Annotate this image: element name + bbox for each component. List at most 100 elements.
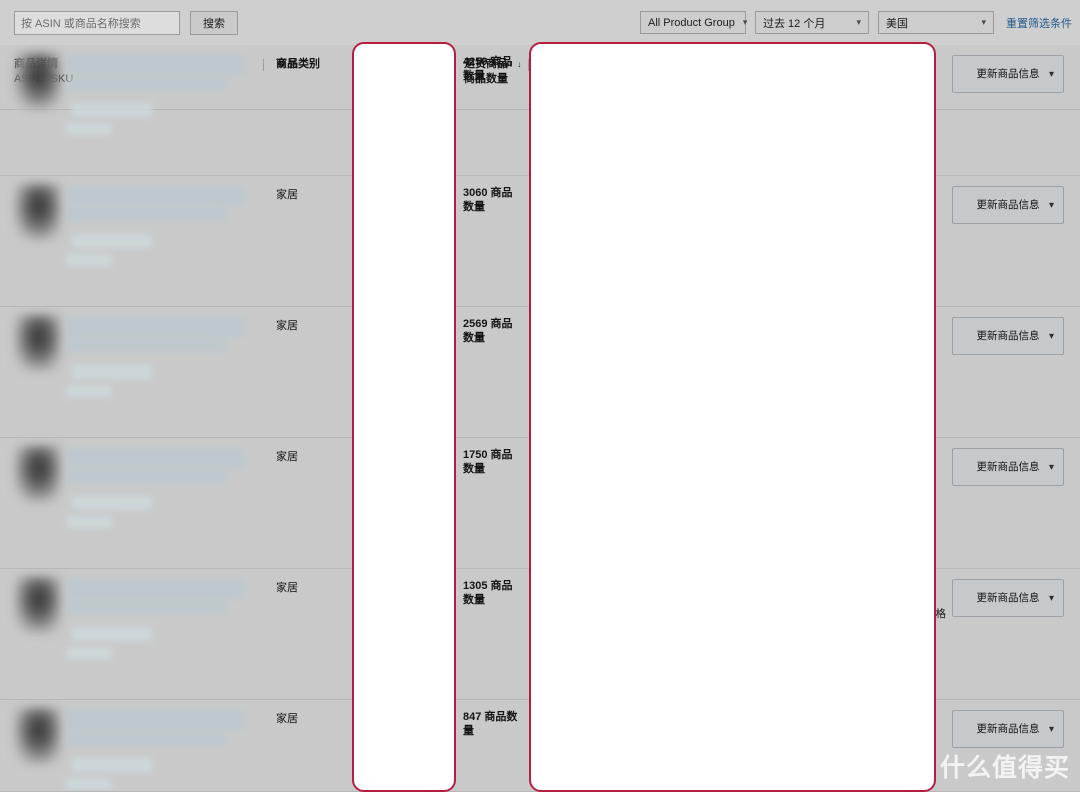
chevron-down-icon[interactable]: ▾ [1049,331,1054,342]
sparkline-wrap [624,180,779,258]
root-cause-item: 不起作用/有缺陷 [790,448,940,462]
chevron-down-icon: ▾ [856,17,861,28]
product-group-value: All Product Group [648,17,735,29]
root-cause-item: 无法按预期工作 [790,710,940,724]
blurred-title [66,448,244,468]
root-cause-item: 买了不同的型号 [790,476,940,490]
blurred-asin [72,496,152,510]
month-rate-label: 十二月 费率: 6.49% [536,202,632,218]
root-cause-item: 有缺陷 [790,55,940,69]
details-link[interactable]: 详情 [536,275,556,290]
update-product-button-label: 更新商品信息 [969,199,1047,212]
product-detail-cell[interactable] [0,700,268,791]
action-cell: 更新商品信息 ▾ [952,317,1064,355]
details-link[interactable]: 详情 [536,537,556,552]
update-product-button[interactable]: 更新商品信息 ▾ [952,186,1064,224]
action-cell: 更新商品信息 ▾ [952,186,1064,224]
chevron-down-icon[interactable]: ▾ [1049,593,1054,604]
rate-and-fee-cell [536,700,786,792]
sparkline-wrap [624,704,779,782]
chevron-down-icon[interactable]: ▾ [1049,69,1054,80]
marketplace-select[interactable]: 美国 ▾ [878,11,994,34]
blurred-sku [66,385,112,397]
reset-filters-link[interactable]: 重置筛选条件 [1006,15,1072,31]
update-product-button[interactable]: 更新商品信息 ▾ [952,579,1064,617]
blurred-title [66,76,226,90]
page-root: 按 ASIN 或商品名称搜索 搜索 All Product Group ▾ 过去… [0,0,1080,792]
blurred-title [66,317,244,337]
period-select[interactable]: 过去 12 个月 ▾ [755,11,869,34]
filter-group: All Product Group ▾ 过去 12 个月 ▾ 美国 ▾ 重置筛选… [640,11,1072,34]
blurred-title [66,469,226,483]
search-input[interactable]: 按 ASIN 或商品名称搜索 [14,11,180,35]
chevron-down-icon[interactable]: ▾ [1049,462,1054,473]
update-product-button[interactable]: 更新商品信息 ▾ [952,710,1064,748]
product-detail-cell[interactable] [0,307,268,437]
blurred-sku [66,516,112,528]
threshold-label: 阈值: 8.1% [536,613,590,629]
chevron-down-icon: ▾ [981,17,986,28]
blurred-asin [72,234,152,248]
details-link[interactable]: 详情 [536,668,556,683]
sparkline-wrap [624,573,779,651]
product-detail-cell[interactable] [0,569,268,699]
details-link[interactable]: 详情 [536,406,556,421]
chevron-down-icon[interactable]: ▾ [1049,724,1054,735]
update-product-button[interactable]: 更新商品信息 ▾ [952,55,1064,93]
update-product-button-label: 更新商品信息 [969,461,1047,474]
blurred-sku [66,778,112,790]
product-thumbnail [15,53,61,109]
action-cell: 更新商品信息 ▾ [952,579,1064,617]
table-row[interactable]: 家居 9.53% 2569 商品数量 十二月 费率: 7.73% 阈值: 8.1… [0,307,1080,438]
search-button[interactable]: 搜索 [190,11,238,35]
month-rate-label: 十二月 费率: 7.73% [536,333,632,349]
table-row[interactable]: 家居 8.68% 1750 商品数量 十二月 费率: 8.09% 阈值: 8.1… [0,438,1080,569]
watermark: 值 什么值得买 [909,748,1070,784]
return-rate-cell: 11.14% [374,579,411,591]
root-cause-item: 在其他地方找到了更便宜的价格 [790,607,940,621]
month-rate-label: 十二月 费率: 8.09% [536,464,632,480]
month-rate-label: 十二月 费率: 8.24% [536,595,632,611]
return-rate-sparkline [624,311,779,386]
blurred-title [66,207,226,221]
update-product-button[interactable]: 更新商品信息 ▾ [952,317,1064,355]
return-rate-sparkline [624,180,779,255]
watermark-text: 什么值得买 [940,748,1070,784]
action-cell: 更新商品信息 ▾ [952,448,1064,486]
product-group-select[interactable]: All Product Group ▾ [640,11,746,34]
root-cause-cell: 有缺陷不想要的购买其他地方更便宜 [790,55,940,97]
root-cause-item: 买错了产品 [790,593,940,607]
product-detail-cell[interactable] [0,438,268,568]
root-cause-item: 物品有缺陷/不起作用 [790,200,940,214]
returned-items-cell: 1305 商品数量 [463,579,521,607]
details-link[interactable]: 详情 [536,144,556,159]
action-cell: 更新商品信息 ▾ [952,710,1064,748]
root-cause-cell: 收到的产品已损坏买错了产品在其他地方找到了更便宜的价格 [790,579,940,621]
product-detail-cell[interactable] [0,45,268,175]
action-cell: 更新商品信息 ▾ [952,55,1064,93]
chevron-down-icon: ▾ [743,17,748,28]
root-cause-item: 其他地方更便宜 [790,83,940,97]
return-rate-sparkline [624,442,779,517]
blurred-title [66,579,244,599]
chevron-down-icon[interactable]: ▾ [1049,200,1054,211]
blurred-title [66,600,226,614]
returns-table: 商品详情 ASIN、SKU 商品类别 退货率↑ ↓ i % 退货商品↑ ↓ 商品… [0,45,1080,792]
return-rate-sparkline [624,49,779,124]
threshold-label: 阈值: 8.1% [536,482,590,498]
table-row[interactable]: 家居 8.69% 4259 商品数量 十二月 费率: 8.03% 阈值: 8.1… [0,45,1080,176]
category-cell: 家居 [276,448,298,464]
rate-and-fee-cell: 十二月 费率: 8.24% 阈值: 8.1% 费用分类: 家居及厨房用品 详情 [536,569,786,700]
table-row[interactable]: 家居 11.92% 3060 商品数量 十二月 费率: 6.49% 阈值: 8.… [0,176,1080,307]
return-rate-sparkline [624,704,779,779]
search-placeholder: 按 ASIN 或商品名称搜索 [21,15,141,31]
update-product-button[interactable]: 更新商品信息 ▾ [952,448,1064,486]
returned-items-cell: 1750 商品数量 [463,448,521,476]
product-detail-cell[interactable] [0,176,268,306]
rate-and-fee-cell: 十二月 费率: 8.03% 阈值: 8.1% 费用分类: 家居及厨房用品 详情 [536,45,786,176]
table-row[interactable]: 家居 11.14% 1305 商品数量 十二月 费率: 8.24% 阈值: 8.… [0,569,1080,700]
return-rate-cell: 8.68% [374,448,405,460]
blurred-title [66,710,244,730]
root-cause-item: 不想要的购买 [790,69,940,83]
returned-items-cell: 3060 商品数量 [463,186,521,214]
